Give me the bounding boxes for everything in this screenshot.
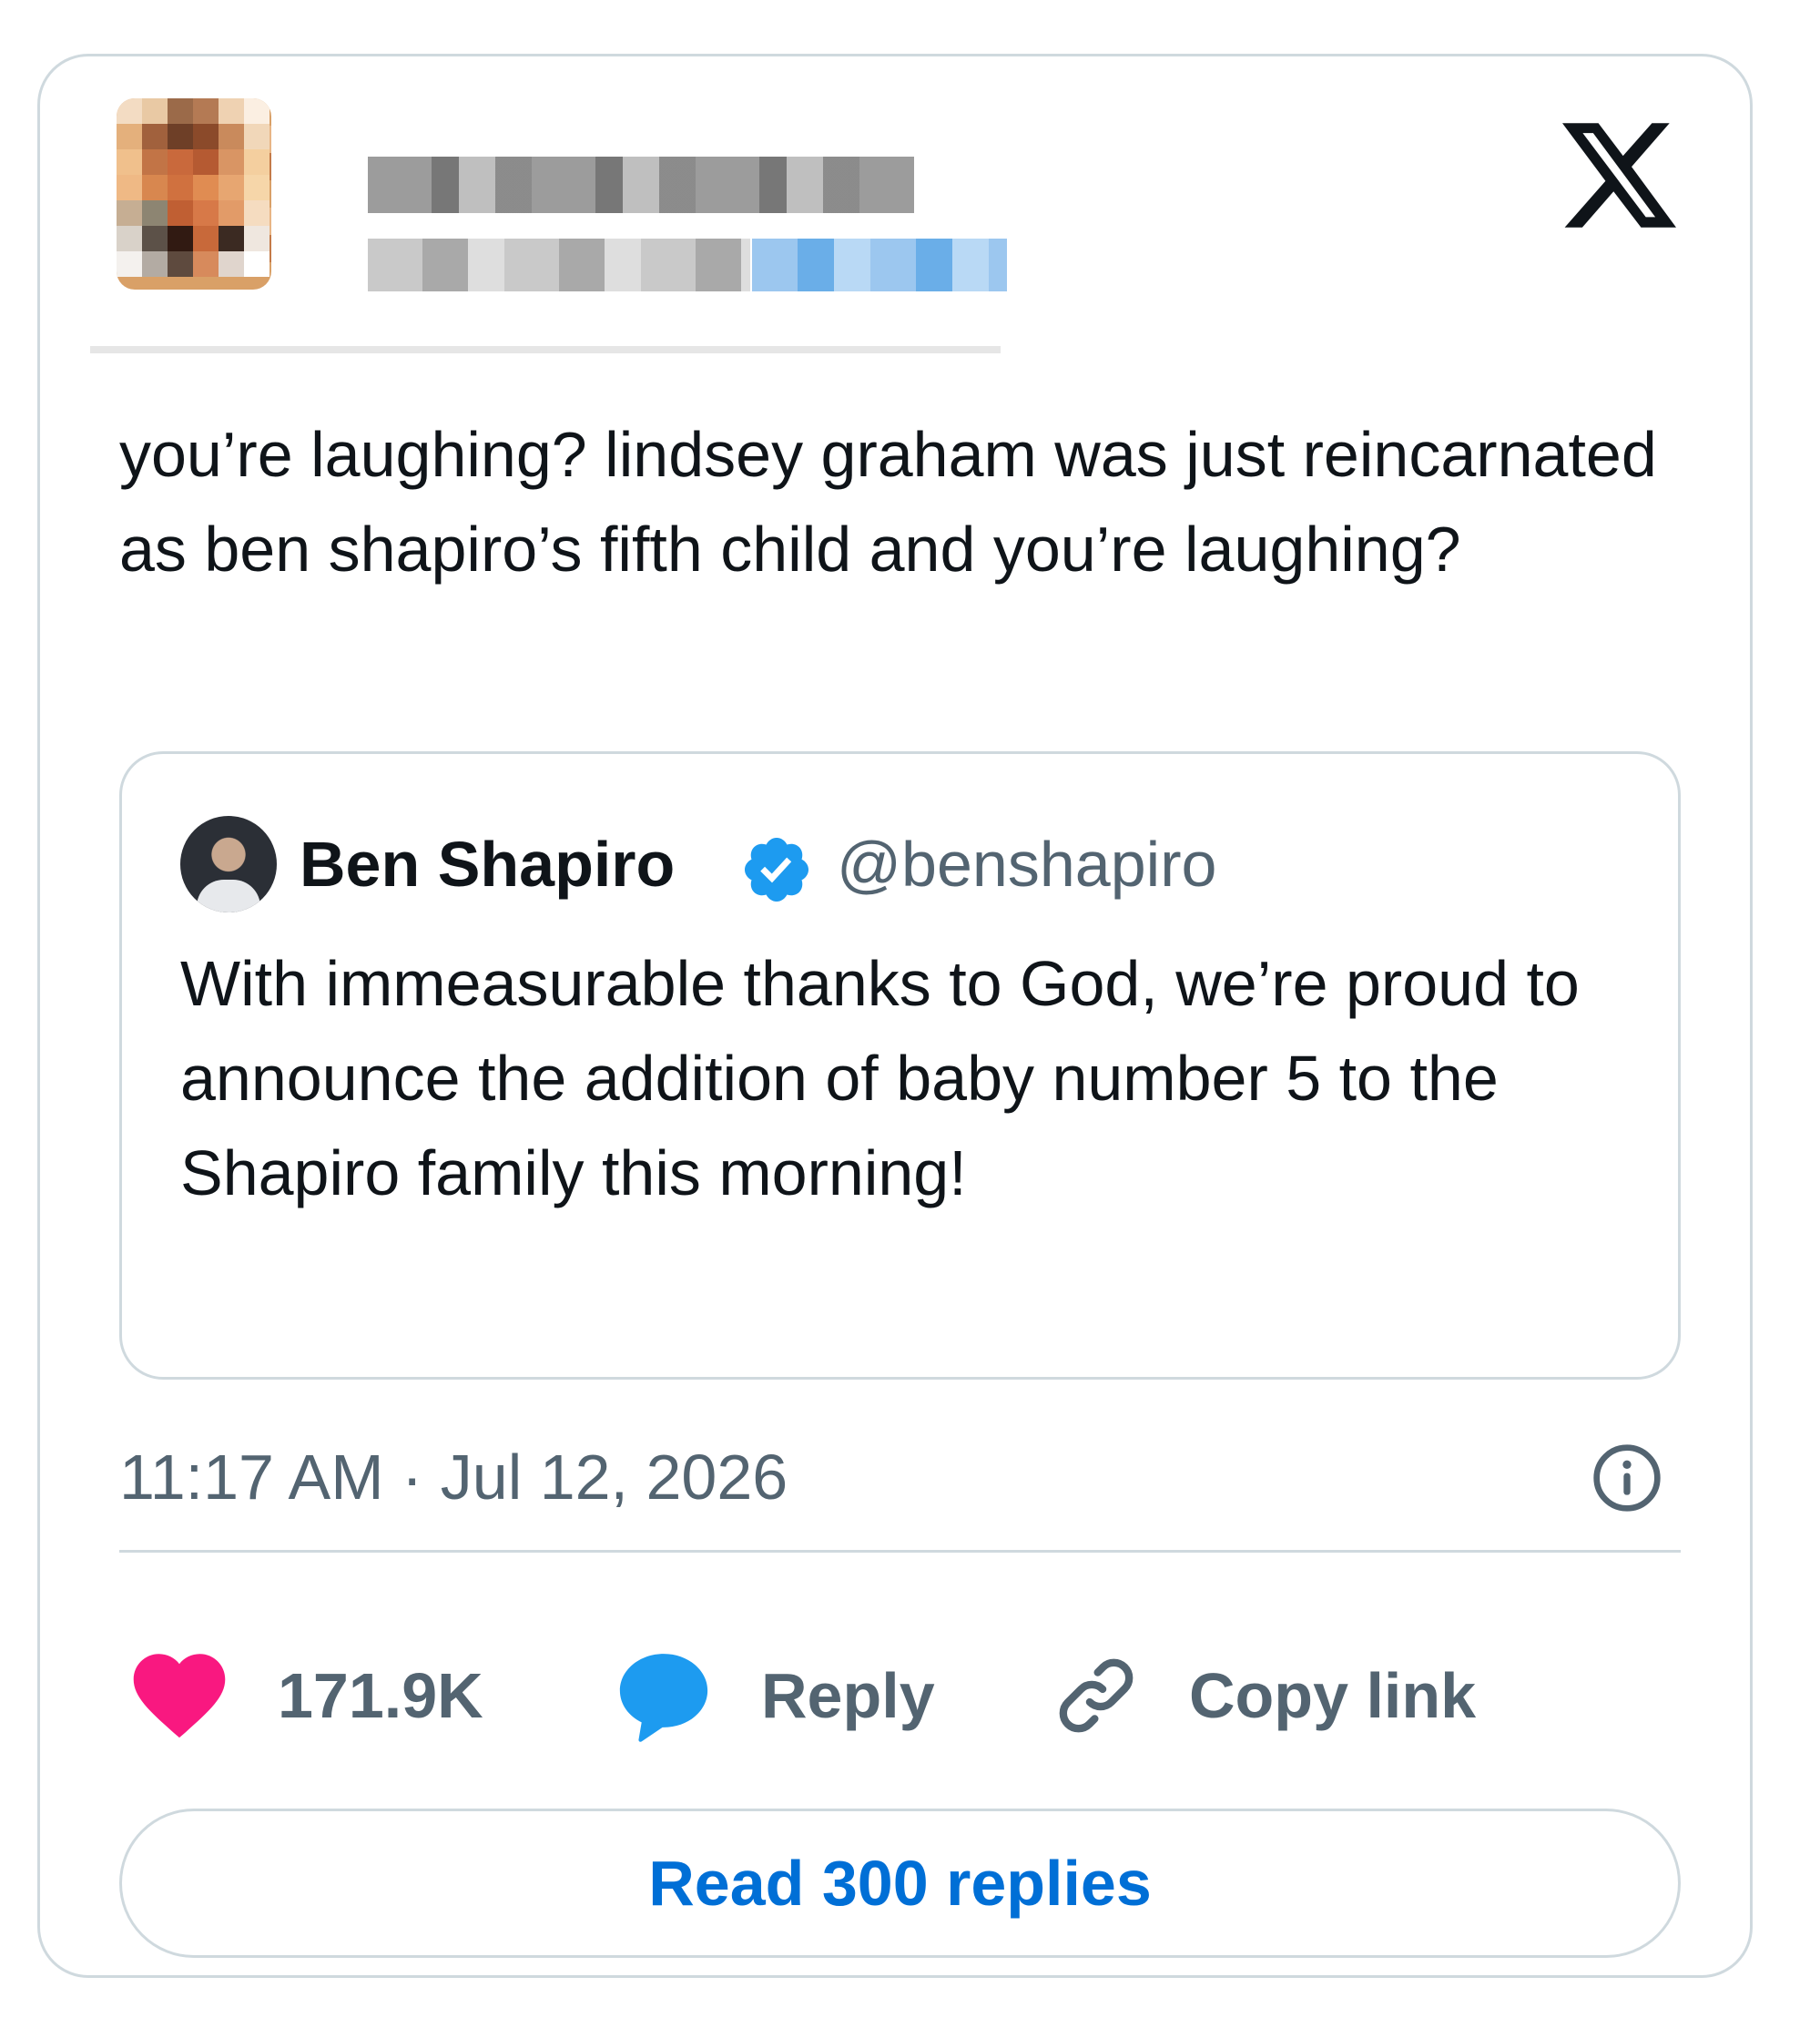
like-button[interactable]: 171.9K [128,1646,483,1746]
quoted-author-avatar[interactable] [180,816,277,912]
quoted-tweet-text: With immeasurable thanks to God, we’re p… [180,948,1580,1208]
header-divider [90,346,1001,353]
quoted-tweet[interactable]: Ben Shapiro @benshapiro With immeasurabl… [119,751,1681,1380]
info-icon[interactable] [1591,1442,1663,1514]
link-icon [1059,1658,1134,1733]
actions-divider [119,1550,1681,1553]
copy-link-label: Copy link [1189,1660,1477,1731]
reply-button[interactable]: Reply [614,1646,935,1746]
x-logo-icon[interactable] [1562,123,1676,228]
reply-label: Reply [761,1660,935,1731]
copy-link-button[interactable]: Copy link [1051,1646,1476,1746]
author-name-redacted[interactable] [368,157,914,213]
author-handle-redacted[interactable] [368,239,750,291]
tweet-text: you’re laughing? lindsey graham was just… [119,419,1657,585]
verified-badge-icon [744,837,809,902]
tweet-timestamp[interactable]: 11:17 AM · Jul 12, 2026 [119,1433,788,1521]
follow-link-redacted[interactable] [752,239,1007,291]
heart-icon [133,1654,226,1738]
read-replies-button[interactable]: Read 300 replies [119,1809,1681,1958]
tweet-embed-card: you’re laughing? lindsey graham was just… [37,54,1753,1978]
quoted-author-name[interactable]: Ben Shapiro [300,820,675,908]
quoted-author-handle[interactable]: @benshapiro [837,820,1216,908]
author-avatar[interactable] [117,98,271,290]
like-count: 171.9K [278,1660,483,1731]
speech-bubble-icon [619,1654,708,1742]
